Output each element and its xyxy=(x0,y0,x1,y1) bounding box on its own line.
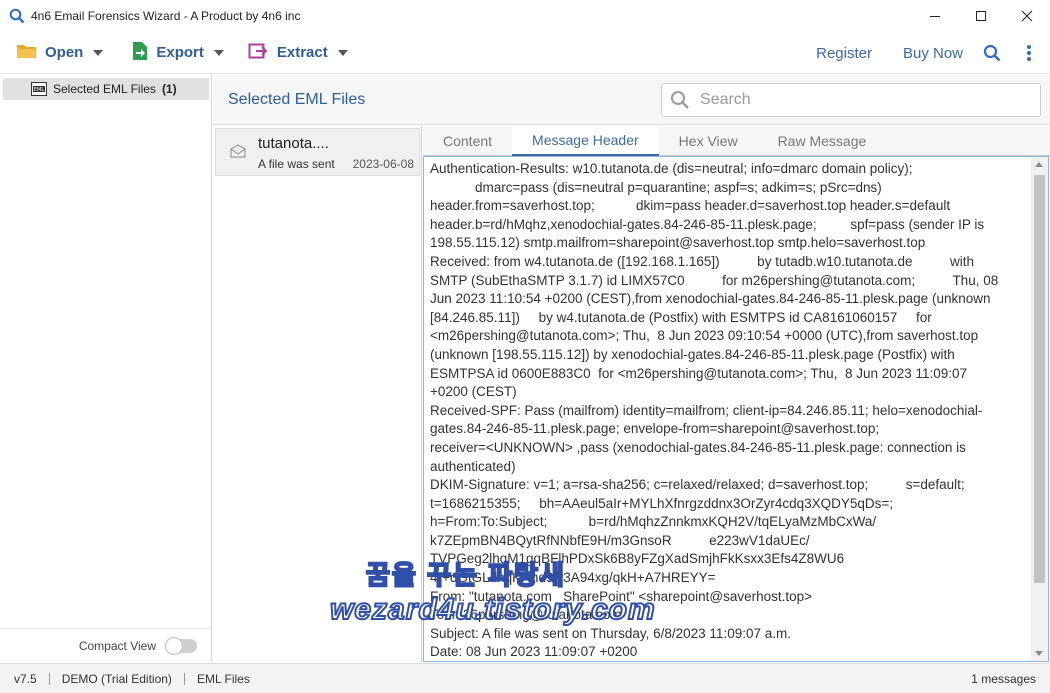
status-edition: DEMO (Trial Edition) xyxy=(61,671,172,686)
sidebar-item-label: Selected EML Files xyxy=(53,82,156,96)
sidebar-item-selected-eml-files[interactable]: EML Selected EML Files (1) xyxy=(3,78,209,100)
title-bar: 4n6 Email Forensics Wizard - A Product b… xyxy=(0,0,1050,32)
chevron-down-icon xyxy=(213,49,224,56)
content-header: Selected EML Files xyxy=(213,75,1050,125)
eml-file-icon: EML xyxy=(31,82,47,96)
search-box xyxy=(661,83,1041,117)
page-title: Selected EML Files xyxy=(228,91,366,108)
scroll-up-icon[interactable] xyxy=(1035,162,1043,167)
export-icon xyxy=(131,41,149,65)
minimize-icon[interactable] xyxy=(912,0,958,32)
sidebar-item-count: (1) xyxy=(161,82,177,96)
window-title: 4n6 Email Forensics Wizard - A Product b… xyxy=(31,9,301,23)
chevron-down-icon xyxy=(93,49,104,56)
watermark-url: wezard4u.tistory.com xyxy=(329,592,656,627)
tab-message-header[interactable]: Message Header xyxy=(512,126,659,156)
status-message-count: 1 messages xyxy=(971,672,1036,686)
left-pane: EML Selected EML Files (1) Compact View xyxy=(0,75,212,662)
folder-icon xyxy=(16,42,38,64)
svg-text:EML: EML xyxy=(34,87,44,93)
extract-icon xyxy=(248,42,270,64)
app-logo-icon xyxy=(9,8,25,24)
search-icon xyxy=(670,90,690,110)
compact-view-row: Compact View xyxy=(0,628,211,662)
open-label: Open xyxy=(45,44,84,61)
status-filetype: EML Files xyxy=(196,671,250,686)
maximize-icon[interactable] xyxy=(958,0,1004,32)
status-bar: v7.5 DEMO (Trial Edition) EML Files 1 me… xyxy=(0,663,1050,693)
toolbar-right: Register Buy Now xyxy=(816,32,1050,74)
window-controls xyxy=(912,0,1050,32)
extract-label: Extract xyxy=(276,44,328,61)
watermark-title: 꿈을 꾸는 파랑새 xyxy=(365,559,566,591)
envelope-icon xyxy=(230,144,246,158)
message-date: 2023-06-08 xyxy=(352,157,414,171)
status-version: v7.5 xyxy=(14,671,37,686)
tab-content[interactable]: Content xyxy=(423,126,512,156)
more-vertical-icon[interactable] xyxy=(1026,44,1032,62)
extract-button[interactable]: Extract xyxy=(242,38,354,68)
vertical-scrollbar[interactable] xyxy=(1031,157,1048,661)
toolbar: Open Export Extract Register Buy Now xyxy=(0,32,1050,74)
buy-now-link[interactable]: Buy Now xyxy=(903,45,963,62)
list-item[interactable]: tutanota.... A file was sent 2023-06-08 xyxy=(215,128,420,176)
export-label: Export xyxy=(156,44,204,61)
message-sender: tutanota.... xyxy=(258,135,329,152)
status-divider xyxy=(183,672,185,685)
toggle-knob xyxy=(165,636,183,655)
view-tabs: Content Message Header Hex View Raw Mess… xyxy=(423,126,1050,156)
scroll-down-icon[interactable] xyxy=(1035,651,1043,656)
chevron-down-icon xyxy=(337,49,348,56)
search-input[interactable] xyxy=(700,91,1020,109)
watermark: 꿈을 꾸는 파랑새 wezard4u.tistory.com xyxy=(329,555,660,635)
compact-view-label: Compact View xyxy=(78,638,156,653)
tab-raw-message[interactable]: Raw Message xyxy=(758,126,887,156)
export-button[interactable]: Export xyxy=(125,38,230,68)
compact-view-toggle[interactable] xyxy=(165,636,197,655)
tab-hex-view[interactable]: Hex View xyxy=(659,126,758,156)
open-button[interactable]: Open xyxy=(10,38,109,68)
register-link[interactable]: Register xyxy=(816,45,872,62)
message-subject: A file was sent xyxy=(258,157,335,171)
status-divider xyxy=(48,672,50,685)
close-icon[interactable] xyxy=(1004,0,1050,32)
search-icon[interactable] xyxy=(983,44,1001,62)
scrollbar-thumb[interactable] xyxy=(1034,175,1045,583)
